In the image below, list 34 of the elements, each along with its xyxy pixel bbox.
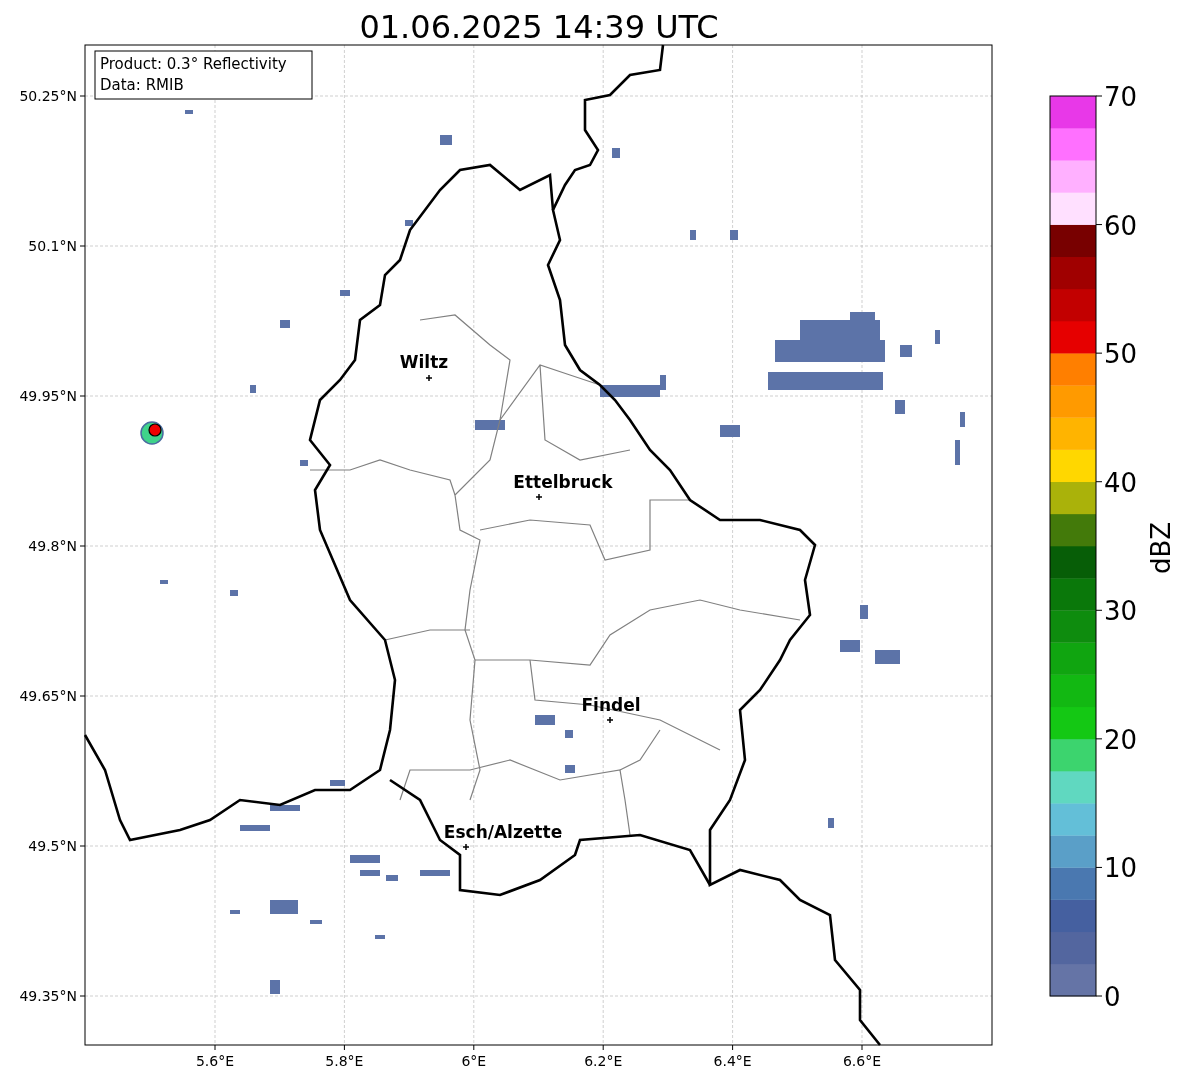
- latitude-tick-label: 49.65°N: [19, 688, 77, 704]
- colorbar-tick-label: 30: [1104, 596, 1138, 627]
- longitude-tick-label: 6.6°E: [842, 1053, 882, 1069]
- city-marker-icon: [425, 374, 433, 382]
- latitude-tick-label: 49.5°N: [28, 838, 77, 854]
- latitude-tick-label: 49.95°N: [19, 388, 77, 404]
- city-label: Esch/Alzette: [443, 822, 563, 842]
- colorbar-tick-label: 60: [1104, 210, 1138, 241]
- colorbar-tick-label: 10: [1104, 853, 1138, 884]
- colorbar-tick-label: 50: [1104, 339, 1138, 370]
- colorbar-axis-label: dBZ: [1146, 521, 1176, 575]
- info-text: Data: RMIB: [100, 76, 184, 94]
- longitude-tick-label: 6.4°E: [713, 1053, 752, 1069]
- city-label: Ettelbruck: [513, 472, 613, 492]
- radar-site-icon: [140, 421, 164, 445]
- chart-title: 01.06.2025 14:39 UTC: [359, 8, 719, 46]
- colorbar-tick-label: 20: [1104, 724, 1138, 755]
- latitude-tick-label: 49.8°N: [28, 538, 77, 554]
- latitude-tick-label: 50.25°N: [19, 88, 77, 104]
- latitude-tick-label: 50.1°N: [28, 238, 77, 254]
- latitude-tick-label: 49.35°N: [19, 988, 77, 1004]
- longitude-tick-label: 5.8°E: [325, 1053, 364, 1069]
- colorbar-tick-label: 0: [1104, 982, 1121, 1012]
- colorbar-tick-label: 70: [1104, 82, 1138, 112]
- city-marker-icon: [535, 493, 543, 501]
- city-label: Wiltz: [399, 352, 449, 372]
- longitude-tick-label: 6.2°E: [584, 1053, 623, 1069]
- city-marker-icon: [606, 716, 614, 724]
- longitude-tick-label: 6°E: [461, 1053, 487, 1069]
- colorbar-tick-label: 40: [1104, 467, 1138, 498]
- city-label: Findel: [581, 695, 641, 715]
- city-marker-icon: [462, 843, 470, 851]
- longitude-tick-label: 5.6°E: [195, 1053, 235, 1069]
- info-text: Product: 0.3° Reflectivity: [100, 55, 287, 73]
